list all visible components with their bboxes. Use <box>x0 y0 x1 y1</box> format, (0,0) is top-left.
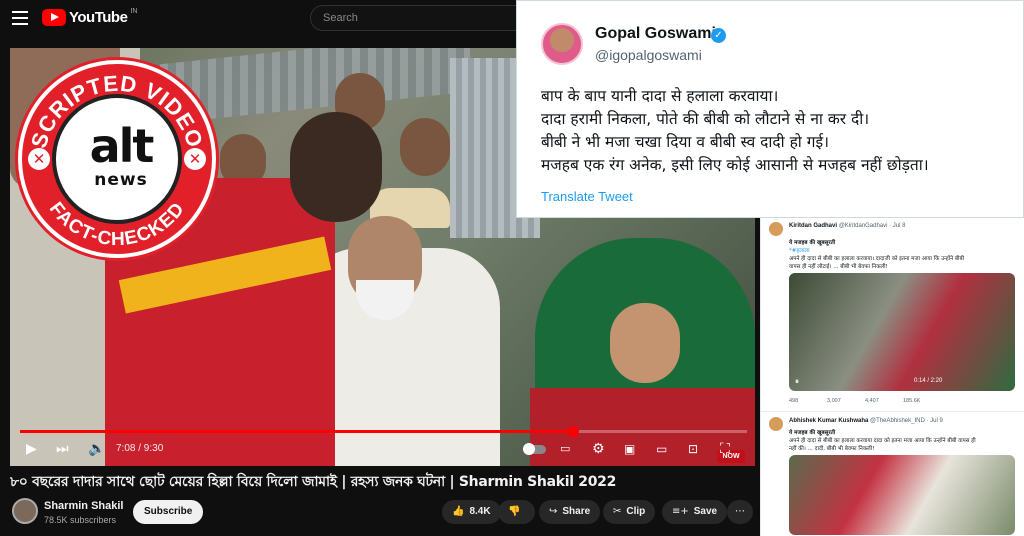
side-tweet-stats: 498 3,007 4,407 185.6K <box>789 398 941 404</box>
channel-name[interactable]: Sharmin Shakil <box>44 500 123 512</box>
search-input[interactable]: Search <box>310 5 540 31</box>
side-tweet-line: अपने ही दादा से बीबी का हलाला करवाया दाद… <box>789 438 976 444</box>
video-title: ৮০ বছরের দাদার সাথে ছোট মেয়ের হিল্লা বি… <box>10 474 617 490</box>
captions-icon[interactable]: ▭ <box>560 441 570 457</box>
side-tweets-panel: Kiritdan Gadhavi @KiritdanGadhavi · Jul … <box>760 218 1024 536</box>
divider <box>761 411 1024 412</box>
play-icon[interactable]: ▶ <box>26 441 37 457</box>
save-button[interactable]: ≡+ Save <box>662 500 728 524</box>
like-button[interactable]: 👍 8.4K <box>442 500 501 524</box>
clip-label: Clip <box>626 506 646 517</box>
playlist-add-icon: ≡+ <box>672 506 689 517</box>
progress-bar[interactable] <box>20 426 747 437</box>
video-scene-bride-face <box>610 303 680 383</box>
more-icon: ⋯ <box>735 506 745 517</box>
thumbs-up-icon: 👍 <box>452 506 465 517</box>
thumbs-down-icon: 👎 <box>508 506 521 517</box>
tweet-card: Gopal Goswami ✓ @igopalgoswami बाप के बा… <box>516 0 1024 218</box>
tweet-line: मजहब एक रंग अनेक, इसी लिए कोई आसानी से म… <box>541 156 929 174</box>
youtube-play-icon <box>42 9 66 26</box>
side-tweet-hashtag[interactable]: *#हलाला <box>789 246 810 254</box>
dislike-button[interactable]: 👎 <box>498 500 536 524</box>
clip-button[interactable]: ✂ Clip <box>603 500 656 524</box>
tweet-author-handle[interactable]: @igopalgoswami <box>595 47 702 63</box>
more-actions-button[interactable]: ⋯ <box>727 500 753 524</box>
side-tweet-video[interactable]: ⏸ 0:14 / 2:20 <box>789 273 1015 391</box>
video-scene-man-head <box>290 112 382 222</box>
retweet-count[interactable]: 3,007 <box>827 398 865 404</box>
tweet-author-name[interactable]: Gopal Goswami <box>595 25 716 43</box>
video-scene-child <box>400 118 450 176</box>
scissors-icon: ✂ <box>613 506 622 517</box>
settings-icon[interactable]: ⚙ <box>592 441 605 457</box>
channel-avatar[interactable] <box>12 498 38 524</box>
translate-tweet-link[interactable]: Translate Tweet <box>541 189 633 204</box>
youtube-wordmark: YouTube <box>69 9 128 26</box>
miniplayer-icon[interactable]: ▣ <box>624 441 635 457</box>
view-count[interactable]: 185.6K <box>903 398 941 404</box>
fullscreen-icon[interactable]: ⛶ <box>720 441 730 457</box>
like-count: 8.4K <box>469 506 491 517</box>
side-tweet-line: वापस ही नहीं लौटाई। ... बीबी भी बेवफा नि… <box>789 264 888 270</box>
side-tweet-author[interactable]: Abhishek Kumar Kushwaha @TheAbhishek_IND… <box>789 418 943 424</box>
share-icon: ↪ <box>549 506 558 517</box>
subscriber-count: 78.5K subscribers <box>44 515 117 525</box>
side-tweet-line: ये मजहब की खूबसूरती <box>789 240 836 246</box>
progress-fill <box>20 430 573 433</box>
progress-scrubber[interactable] <box>567 426 579 437</box>
tweet-line: बाप के बाप यानी दादा से हलाला करवाया। <box>541 87 779 105</box>
tweet-line: बीबी ने भी मजा चखा दिया व बीबी स्व दादी … <box>541 133 829 151</box>
autoplay-toggle[interactable] <box>523 443 546 455</box>
tweet-author-avatar[interactable] <box>541 23 583 65</box>
region-code: IN <box>130 8 138 15</box>
youtube-logo[interactable]: YouTube IN <box>42 8 138 26</box>
side-tweet-author[interactable]: Kiritdan Gadhavi @KiritdanGadhavi · Jul … <box>789 223 905 229</box>
side-tweet-line: अपने ही दादा से बीबी का हलाला करवाया। दा… <box>789 256 965 262</box>
alt-logo-text: alt <box>89 119 155 173</box>
subscribe-button[interactable]: Subscribe <box>133 500 204 524</box>
news-logo-text: news <box>94 170 148 190</box>
share-label: Share <box>562 506 591 517</box>
side-tweet-line: नहीं की। ... दादी, बीबी भी बेवफा निकली! <box>789 446 875 452</box>
x-mark-icon: ✕ <box>184 148 206 170</box>
side-tweet-video[interactable] <box>789 455 1015 535</box>
volume-icon[interactable]: 🔈 <box>88 441 105 457</box>
side-tweet-line: ये मजहब की खूबसूरती <box>789 430 836 436</box>
menu-icon[interactable] <box>12 11 28 25</box>
reply-count[interactable]: 498 <box>789 398 827 404</box>
cast-icon[interactable]: ⊡ <box>688 441 698 457</box>
side-tweet-avatar[interactable] <box>769 222 783 236</box>
side-video-time: 0:14 / 2:20 <box>914 378 943 384</box>
theater-mode-icon[interactable]: ▭ <box>656 441 667 457</box>
save-label: Save <box>693 506 718 517</box>
alt-news-fact-check-stamp: SCRIPTED VIDEO FACT-CHECKED alt news ✕ ✕ <box>18 60 216 258</box>
tweet-text: बाप के बाप यानी दादा से हलाला करवाया। दा… <box>541 85 1011 177</box>
time-display: 7:08 / 9:30 <box>116 443 164 454</box>
tweet-line: दादा हरामी निकला, पोते की बीबी को लौटाने… <box>541 110 870 128</box>
verified-badge-icon: ✓ <box>711 28 726 43</box>
share-button[interactable]: ↪ Share <box>539 500 601 524</box>
x-mark-icon: ✕ <box>28 148 50 170</box>
side-tweet-avatar[interactable] <box>769 417 783 431</box>
pause-icon[interactable]: ⏸ <box>795 377 799 387</box>
like-count[interactable]: 4,407 <box>865 398 903 404</box>
next-icon[interactable]: ⏭ <box>56 441 69 457</box>
alt-news-logo: alt news <box>52 94 182 224</box>
